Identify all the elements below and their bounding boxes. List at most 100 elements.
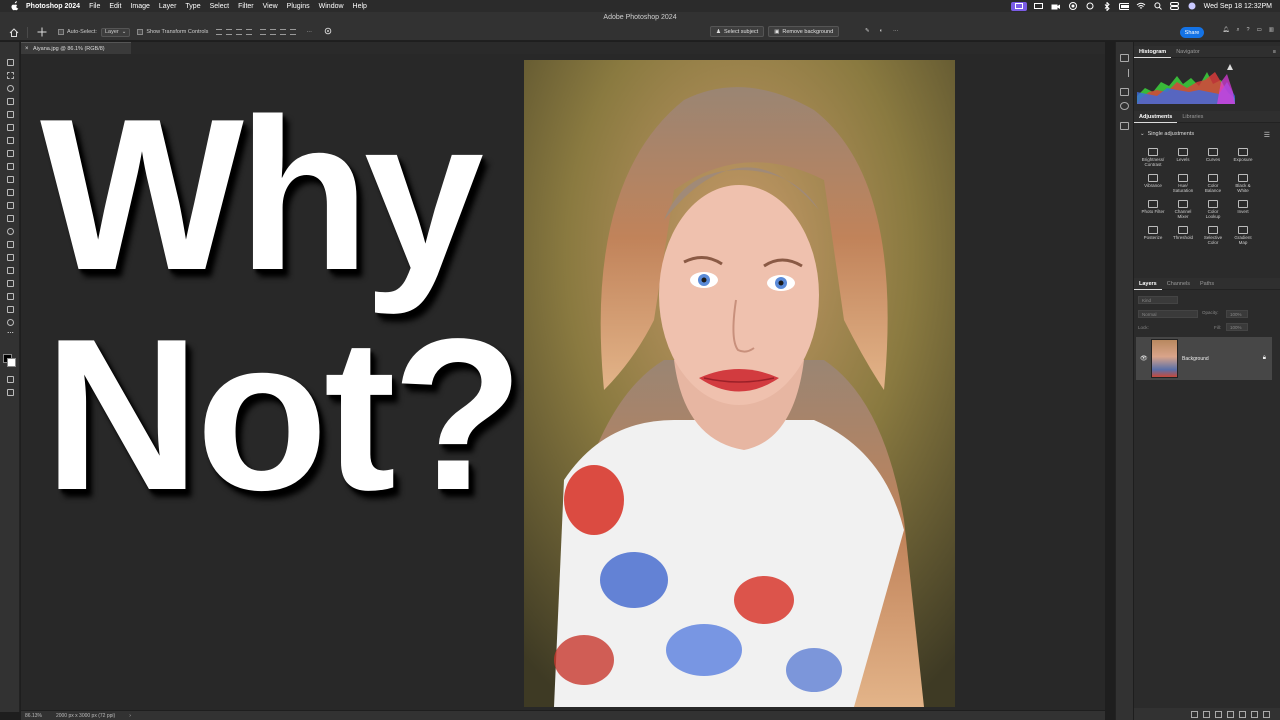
adj-curves[interactable]: Curves (1198, 148, 1228, 168)
remove-background-button[interactable]: ▣ Remove background (768, 26, 840, 37)
delete-layer-icon[interactable] (1263, 710, 1270, 718)
screen-mode-icon[interactable] (4, 387, 16, 397)
document-tab[interactable]: × Aiyana.jpg @ 86.1% (RGB/8) (21, 42, 131, 54)
learn-icon[interactable] (1120, 54, 1129, 62)
layer-select-dropdown[interactable]: Layer ⌄ (100, 27, 131, 37)
adj-posterize[interactable]: Posterize (1138, 225, 1168, 246)
menu-view[interactable]: View (263, 3, 278, 10)
pen-tool-icon[interactable] (4, 252, 16, 262)
marquee-tool-icon[interactable] (4, 70, 16, 80)
screen-capture-icon[interactable] (1010, 1, 1027, 11)
brush-tool-icon[interactable] (4, 161, 16, 171)
new-layer-icon[interactable] (1251, 710, 1258, 718)
add-style-icon[interactable] (1203, 710, 1210, 718)
add-mask-icon[interactable] (1215, 710, 1222, 718)
adj-brightness-contrast[interactable]: Brightness/ Contrast (1138, 148, 1168, 168)
menu-file[interactable]: File (89, 3, 100, 10)
tab-paths[interactable]: Paths (1195, 278, 1219, 290)
frame-tool-icon[interactable] (4, 122, 16, 132)
layer-row-background[interactable]: 👁︎ Background 🔒︎ (1136, 337, 1272, 380)
blend-mode-select[interactable]: Normal (1138, 310, 1198, 318)
adj-color-balance[interactable]: Color Balance (1198, 173, 1228, 194)
status-menu-arrow[interactable]: › (129, 713, 131, 719)
home-icon[interactable] (7, 25, 21, 39)
adj-hue-saturation[interactable]: Hue/ Saturation (1168, 173, 1198, 194)
adj-vibrance[interactable]: Vibrance (1138, 173, 1168, 194)
brush-icon[interactable]: ✎ (865, 28, 870, 34)
adj-levels[interactable]: Levels (1168, 148, 1198, 168)
panel-menu-icon[interactable]: ≡ (1273, 49, 1276, 55)
select-subject-button[interactable]: ♟ Select subject (710, 26, 765, 37)
more-options-button[interactable]: ··· (306, 29, 312, 35)
menu-filter[interactable]: Filter (238, 3, 254, 10)
adj-channel-mixer[interactable]: Channel Mixer (1168, 199, 1198, 220)
path-select-tool-icon[interactable] (4, 278, 16, 288)
eraser-tool-icon[interactable] (4, 200, 16, 210)
align-bottom-icon[interactable] (280, 29, 287, 35)
spotlight-icon[interactable] (1153, 2, 1163, 11)
crop-tool-icon[interactable] (4, 109, 16, 119)
adj-photo-filter[interactable]: Photo Filter (1138, 199, 1168, 220)
adj-exposure[interactable]: Exposure (1228, 148, 1258, 168)
align-center-icon[interactable] (226, 29, 233, 35)
distribute-vertical-icon[interactable] (290, 29, 297, 35)
zoom-tool-icon[interactable] (4, 317, 16, 327)
bell-icon[interactable]: 🔔︎ (1222, 27, 1229, 34)
tab-histogram[interactable]: Histogram (1134, 46, 1172, 58)
properties-icon[interactable] (1120, 88, 1129, 96)
tab-layers[interactable]: Layers (1134, 278, 1162, 290)
help-icon[interactable]: ? (1247, 27, 1250, 34)
menu-help[interactable]: Help (353, 3, 367, 10)
type-tool-icon[interactable] (4, 265, 16, 275)
lasso-tool-icon[interactable] (4, 83, 16, 93)
adjustment-layer-icon[interactable] (1227, 710, 1234, 718)
quick-select-tool-icon[interactable] (4, 96, 16, 106)
distribute-icon[interactable] (246, 29, 253, 35)
3d-mode-icon[interactable] (324, 27, 332, 37)
lock-icon[interactable]: 🔒︎ (1263, 355, 1266, 362)
adj-color-lookup[interactable]: Color Lookup (1198, 199, 1228, 220)
menu-window[interactable]: Window (319, 3, 344, 10)
quick-mask-icon[interactable] (4, 374, 16, 384)
layer-kind-filter[interactable]: Kind (1138, 296, 1178, 304)
apple-icon[interactable] (10, 1, 20, 11)
menu-type[interactable]: Type (185, 3, 200, 10)
align-left-icon[interactable] (216, 29, 223, 35)
gradient-tool-icon[interactable] (4, 213, 16, 223)
control-center-icon[interactable] (1170, 2, 1180, 11)
opacity-field[interactable]: 100% (1226, 310, 1248, 318)
battery-icon[interactable] (1118, 2, 1129, 11)
adj-gradient-map[interactable]: Gradient Map (1228, 225, 1258, 246)
align-right-icon[interactable] (236, 29, 243, 35)
menu-select[interactable]: Select (210, 3, 229, 10)
shape-tool-icon[interactable] (4, 291, 16, 301)
info-icon[interactable] (1120, 102, 1129, 110)
record-icon[interactable] (1068, 2, 1078, 11)
play-icon[interactable] (1120, 69, 1129, 77)
stamp-tool-icon[interactable] (4, 174, 16, 184)
contrast-icon[interactable]: ◐ (880, 28, 883, 34)
tab-adjustments[interactable]: Adjustments (1134, 111, 1178, 123)
siri-icon[interactable] (1187, 2, 1197, 11)
healing-tool-icon[interactable] (4, 148, 16, 158)
camera-icon[interactable] (1051, 2, 1061, 11)
background-color-swatch[interactable] (7, 358, 16, 367)
move-tool-preset-icon[interactable] (34, 26, 50, 38)
workspace-icon[interactable]: ▭ (1257, 27, 1262, 34)
tab-navigator[interactable]: Navigator (1171, 46, 1205, 58)
tab-libraries[interactable]: Libraries (1177, 111, 1208, 123)
group-icon[interactable] (1239, 710, 1246, 718)
share-button[interactable]: Share (1180, 27, 1204, 38)
eyedropper-tool-icon[interactable] (4, 135, 16, 145)
tab-channels[interactable]: Channels (1162, 278, 1195, 290)
align-middle-icon[interactable] (270, 29, 277, 35)
zoom-level[interactable]: 86.13% (25, 713, 42, 719)
search-icon[interactable]: ⌕ (1236, 27, 1239, 34)
display-icon[interactable] (1034, 2, 1044, 11)
edit-toolbar-icon[interactable] (4, 330, 16, 340)
move-tool-icon[interactable] (4, 57, 16, 67)
bluetooth-icon[interactable] (1102, 1, 1112, 11)
link-layers-icon[interactable] (1191, 710, 1198, 718)
panels-icon[interactable]: ▥ (1269, 27, 1274, 34)
auto-select-checkbox[interactable] (58, 29, 64, 35)
